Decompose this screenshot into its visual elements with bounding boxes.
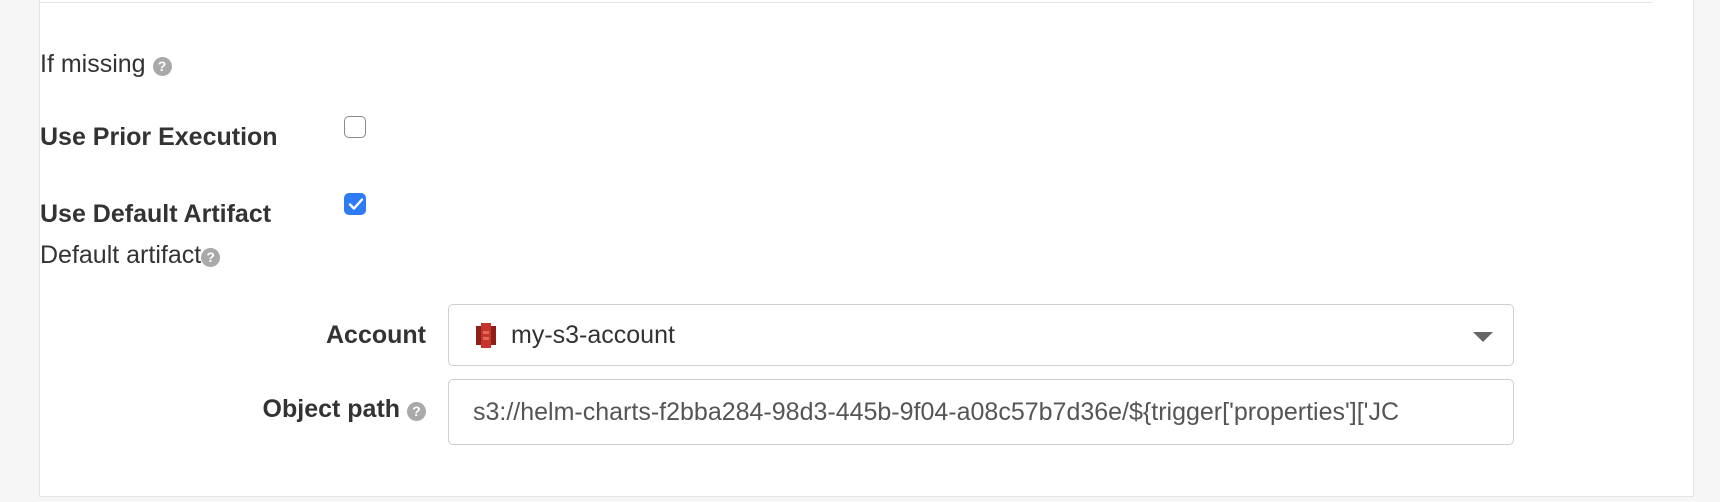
account-label: Account — [326, 321, 426, 349]
use-default-artifact-label: Use Default Artifact — [40, 200, 272, 228]
help-icon[interactable] — [152, 57, 172, 76]
if-missing-label: If missing — [40, 50, 146, 78]
use-prior-execution-label: Use Prior Execution — [40, 123, 278, 151]
help-icon[interactable] — [201, 248, 221, 267]
if-missing-label-row: If missing — [40, 49, 172, 79]
default-artifact-label: Default artifact — [40, 241, 202, 269]
chevron-down-icon — [1473, 332, 1493, 342]
checkmark-icon — [348, 198, 364, 210]
s3-bucket-icon — [476, 323, 496, 348]
account-select-value: my-s3-account — [511, 321, 675, 349]
account-select[interactable]: my-s3-account — [448, 304, 1514, 366]
use-prior-execution-checkbox[interactable] — [344, 116, 366, 138]
use-default-artifact-checkbox[interactable] — [344, 193, 366, 215]
default-artifact-label-row: Default artifact — [40, 240, 221, 270]
object-path-label: Object path — [262, 395, 401, 423]
help-icon[interactable] — [407, 402, 426, 421]
object-path-label-row: Object path — [263, 394, 426, 424]
object-path-input[interactable] — [448, 379, 1514, 445]
section-divider — [40, 2, 1652, 3]
